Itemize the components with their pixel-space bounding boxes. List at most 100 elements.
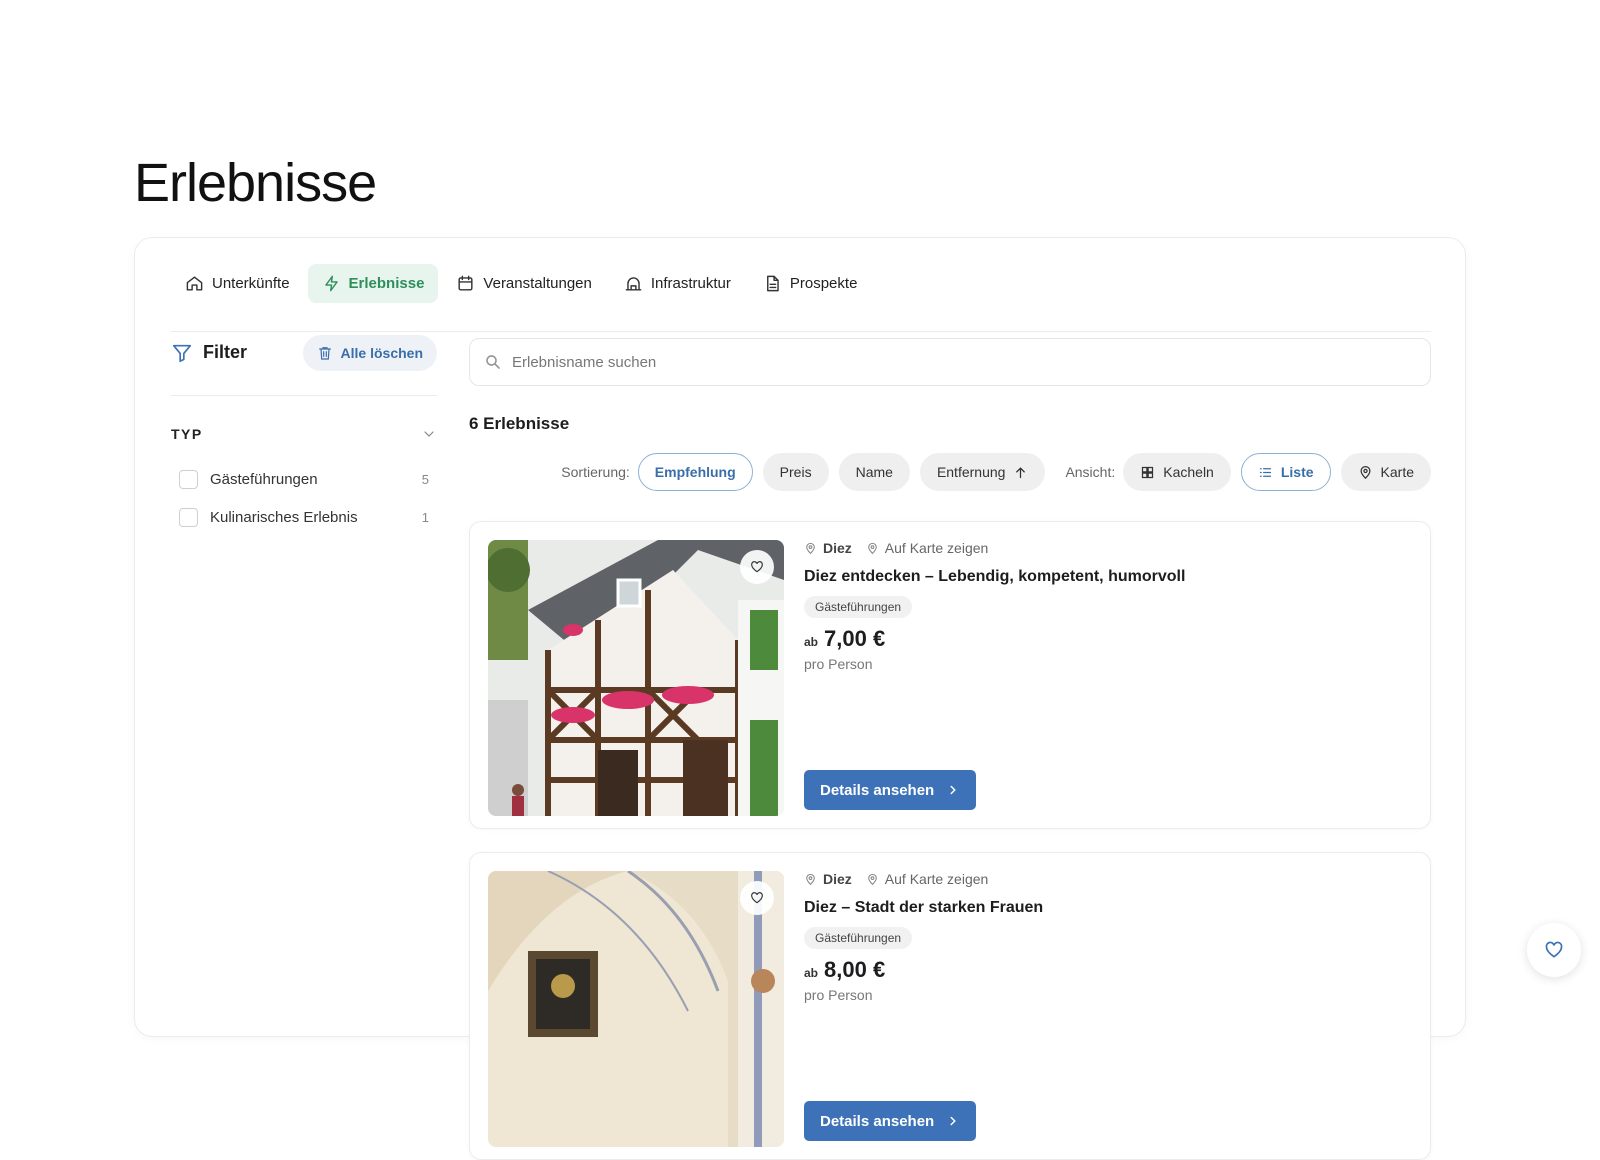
card-image[interactable] xyxy=(488,871,784,1147)
details-button[interactable]: Details ansehen xyxy=(804,1101,977,1141)
home-icon xyxy=(186,276,203,291)
card-title[interactable]: Diez – Stadt der starken Frauen xyxy=(804,899,1410,917)
tab-erlebnisse[interactable]: Erlebnisse xyxy=(307,264,439,303)
tab-label: Erlebnisse xyxy=(348,275,425,292)
half-timbered-house-image xyxy=(488,540,784,816)
result-card: Diez Auf Karte zeigen Diez entdecken – L… xyxy=(469,521,1431,829)
details-button-label: Details ansehen xyxy=(820,1112,935,1130)
checkbox[interactable] xyxy=(179,469,198,489)
church-interior-image xyxy=(488,871,784,1147)
card-city: Diez xyxy=(823,540,852,556)
price-value: 7,00 € xyxy=(824,626,886,651)
grid-icon xyxy=(1142,466,1154,478)
filter-header: Filter Alle löschen xyxy=(171,334,437,396)
sort-view-bar: Sortierung: Empfehlung Preis Name Entfer… xyxy=(545,453,1431,491)
map-pin-icon xyxy=(806,542,815,554)
filter-option[interactable]: Kulinarisches Erlebnis 1 xyxy=(179,498,429,536)
chevron-right-icon xyxy=(950,785,956,795)
view-kacheln[interactable]: Kacheln xyxy=(1123,453,1231,491)
filter-option-count: 1 xyxy=(421,509,429,525)
search-input[interactable] xyxy=(512,353,1412,371)
price-prefix: ab xyxy=(804,966,819,980)
filter-option-count: 5 xyxy=(421,471,429,487)
card-city: Diez xyxy=(823,871,852,887)
filter-title-label: Filter xyxy=(203,342,248,362)
clear-filters-label: Alle löschen xyxy=(340,344,423,361)
view-liste[interactable]: Liste xyxy=(1240,453,1331,491)
view-option-label: Karte xyxy=(1380,464,1414,480)
card-body: Diez Auf Karte zeigen Diez – Stadt der s… xyxy=(804,871,1410,1141)
favorite-button[interactable] xyxy=(740,881,774,915)
tab-prospekte[interactable]: Prospekte xyxy=(749,264,872,303)
map-pin-icon xyxy=(1360,465,1371,479)
category-tabs: Unterkünfte Erlebnisse Veranstaltungen I… xyxy=(171,260,1431,332)
show-on-map-link[interactable]: Auf Karte zeigen xyxy=(885,540,989,556)
card-location: Diez Auf Karte zeigen xyxy=(804,871,1410,887)
price-value: 8,00 € xyxy=(824,957,886,982)
map-pin-icon xyxy=(867,542,877,554)
heart-icon xyxy=(751,892,763,904)
sort-empfehlung[interactable]: Empfehlung xyxy=(637,453,753,491)
view-label: Ansicht: xyxy=(1065,464,1116,480)
checkbox[interactable] xyxy=(179,507,198,527)
filter-option[interactable]: Gästeführungen 5 xyxy=(179,460,429,498)
card-title[interactable]: Diez entdecken – Lebendig, kompetent, hu… xyxy=(804,568,1410,586)
filter-option-label: Kulinarisches Erlebnis xyxy=(210,508,358,526)
sort-option-label: Entfernung xyxy=(936,464,1006,480)
filter-icon xyxy=(172,344,192,362)
filter-group-toggle[interactable]: TYP xyxy=(171,426,437,442)
clear-filters-button[interactable]: Alle löschen xyxy=(302,334,437,371)
heart-icon xyxy=(751,561,763,573)
filter-title: Filter xyxy=(171,342,247,364)
main-panel: Unterkünfte Erlebnisse Veranstaltungen I… xyxy=(134,237,1466,1160)
sort-entfernung[interactable]: Entfernung xyxy=(919,453,1046,491)
sort-name[interactable]: Name xyxy=(838,453,910,491)
category-chip: Gästeführungen xyxy=(804,927,913,949)
heart-icon xyxy=(1545,941,1563,958)
sort-preis[interactable]: Preis xyxy=(762,453,829,491)
result-card: Diez Auf Karte zeigen Diez – Stadt der s… xyxy=(469,852,1431,1160)
search-icon xyxy=(486,355,500,369)
show-on-map-link[interactable]: Auf Karte zeigen xyxy=(885,871,989,887)
list-icon xyxy=(1259,467,1271,477)
filter-options: Gästeführungen 5 Kulinarisches Erlebnis … xyxy=(179,460,429,536)
card-price: ab 7,00 € xyxy=(804,626,1410,652)
bolt-icon xyxy=(324,275,338,292)
view-option-label: Kacheln xyxy=(1163,464,1214,480)
search-box xyxy=(469,338,1431,386)
tab-unterkuenfte[interactable]: Unterkünfte xyxy=(171,264,304,303)
view-option-label: Liste xyxy=(1280,464,1314,480)
tab-veranstaltungen[interactable]: Veranstaltungen xyxy=(442,264,605,303)
infrastructure-icon xyxy=(625,277,642,291)
calendar-icon xyxy=(458,275,473,291)
card-price: ab 8,00 € xyxy=(804,957,1410,983)
price-prefix: ab xyxy=(804,635,819,649)
tab-infrastruktur[interactable]: Infrastruktur xyxy=(610,264,745,303)
view-karte[interactable]: Karte xyxy=(1340,453,1431,491)
details-button[interactable]: Details ansehen xyxy=(804,770,977,810)
favorite-button[interactable] xyxy=(740,550,774,584)
filter-group-title: TYP xyxy=(171,426,203,442)
page-title: Erlebnisse xyxy=(134,153,377,213)
favorites-floating-button[interactable] xyxy=(1527,923,1581,977)
tab-label: Veranstaltungen xyxy=(483,275,592,292)
sort-option-label: Empfehlung xyxy=(654,464,736,480)
document-icon xyxy=(766,275,779,292)
map-pin-icon xyxy=(867,873,877,885)
filter-option-label: Gästeführungen xyxy=(210,470,318,488)
sort-label: Sortierung: xyxy=(561,464,630,480)
map-pin-icon xyxy=(806,873,815,885)
card-image[interactable] xyxy=(488,540,784,816)
chevron-right-icon xyxy=(950,1116,956,1126)
result-count: 6 Erlebnisse xyxy=(469,414,570,433)
sort-option-label: Preis xyxy=(779,464,812,480)
price-unit: pro Person xyxy=(804,987,873,1003)
tab-label: Infrastruktur xyxy=(650,275,731,292)
sort-option-label: Name xyxy=(855,464,893,480)
category-chip: Gästeführungen xyxy=(804,596,913,618)
price-unit: pro Person xyxy=(804,656,873,672)
trash-icon xyxy=(318,346,331,360)
details-button-label: Details ansehen xyxy=(820,781,935,799)
card-body: Diez Auf Karte zeigen Diez entdecken – L… xyxy=(804,540,1410,810)
chevron-down-icon xyxy=(424,431,434,437)
